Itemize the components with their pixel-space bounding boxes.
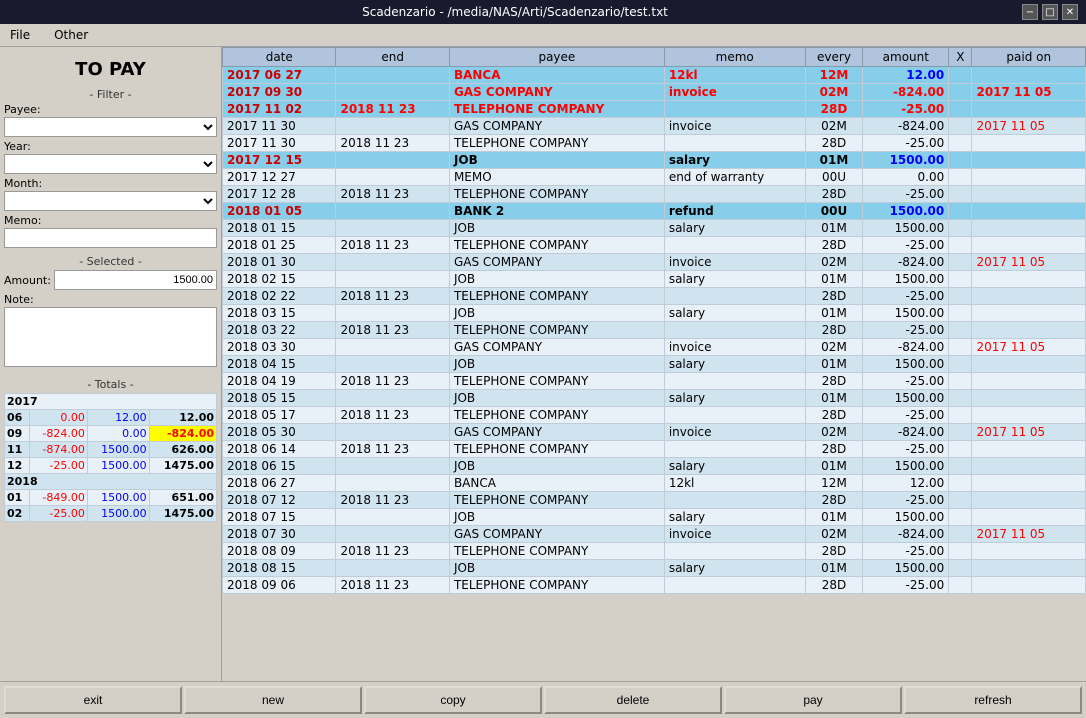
table-header-payee: payee — [449, 48, 664, 67]
month-label: Month: — [4, 177, 217, 190]
main-content: TO PAY - Filter - Payee: Year: Month: Me… — [0, 47, 1086, 681]
new-button[interactable]: new — [184, 686, 362, 714]
table-row[interactable]: 2018 07 15JOBsalary01M1500.00 — [223, 509, 1086, 526]
copy-button[interactable]: copy — [364, 686, 542, 714]
table-row[interactable]: 2018 05 30GAS COMPANYinvoice02M-824.0020… — [223, 424, 1086, 441]
amount-row: Amount: — [4, 270, 217, 290]
main-table: dateendpayeememoeveryamountXpaid on 2017… — [222, 47, 1086, 594]
table-header: dateendpayeememoeveryamountXpaid on — [223, 48, 1086, 67]
table-row[interactable]: 2018 01 252018 11 23TELEPHONE COMPANY28D… — [223, 237, 1086, 254]
payee-select[interactable] — [4, 117, 217, 137]
totals-row: 09-824.000.00-824.00 — [5, 426, 217, 442]
year-label: Year: — [4, 140, 217, 153]
table-header-memo: memo — [664, 48, 805, 67]
totals-row: 060.0012.0012.00 — [5, 410, 217, 426]
table-row[interactable]: 2018 03 222018 11 23TELEPHONE COMPANY28D… — [223, 322, 1086, 339]
table-row[interactable]: 2018 05 15JOBsalary01M1500.00 — [223, 390, 1086, 407]
left-panel: TO PAY - Filter - Payee: Year: Month: Me… — [0, 47, 222, 681]
table-row[interactable]: 2018 06 142018 11 23TELEPHONE COMPANY28D… — [223, 441, 1086, 458]
table-row[interactable]: 2018 08 15JOBsalary01M1500.00 — [223, 560, 1086, 577]
refresh-button[interactable]: refresh — [904, 686, 1082, 714]
totals-row: 12-25.001500.001475.00 — [5, 458, 217, 474]
table-row[interactable]: 2018 08 092018 11 23TELEPHONE COMPANY28D… — [223, 543, 1086, 560]
totals-label: - Totals - — [4, 374, 217, 393]
totals-row: 01-849.001500.00651.00 — [5, 490, 217, 506]
right-panel: dateendpayeememoeveryamountXpaid on 2017… — [222, 47, 1086, 681]
menubar: File Other — [0, 24, 1086, 47]
totals-table: 2017060.0012.0012.0009-824.000.00-824.00… — [4, 393, 217, 522]
table-row[interactable]: 2018 06 27BANCA12kl12M12.00 — [223, 475, 1086, 492]
menu-other[interactable]: Other — [48, 26, 94, 44]
note-label: Note: — [4, 293, 217, 306]
payee-label: Payee: — [4, 103, 217, 116]
totals-row: 02-25.001500.001475.00 — [5, 506, 217, 522]
pay-button[interactable]: pay — [724, 686, 902, 714]
toolbar: exit new copy delete pay refresh — [0, 681, 1086, 718]
minimize-button[interactable]: − — [1022, 4, 1038, 20]
memo-input[interactable] — [4, 228, 217, 248]
table-row[interactable]: 2018 03 15JOBsalary01M1500.00 — [223, 305, 1086, 322]
table-row[interactable]: 2017 11 022018 11 23TELEPHONE COMPANY28D… — [223, 101, 1086, 118]
table-row[interactable]: 2018 04 192018 11 23TELEPHONE COMPANY28D… — [223, 373, 1086, 390]
memo-label: Memo: — [4, 214, 217, 227]
menu-file[interactable]: File — [4, 26, 36, 44]
amount-input[interactable] — [54, 270, 217, 290]
year-field-row: Year: — [4, 140, 217, 174]
titlebar-title: Scadenzario - /media/NAS/Arti/Scadenzari… — [8, 5, 1022, 19]
table-row[interactable]: 2018 02 222018 11 23TELEPHONE COMPANY28D… — [223, 288, 1086, 305]
table-body: 2017 06 27BANCA12kl12M12.002017 09 30GAS… — [223, 67, 1086, 594]
table-row[interactable]: 2018 01 30GAS COMPANYinvoice02M-824.0020… — [223, 254, 1086, 271]
table-row[interactable]: 2018 01 05BANK 2refund00U1500.00 — [223, 203, 1086, 220]
table-row[interactable]: 2018 05 172018 11 23TELEPHONE COMPANY28D… — [223, 407, 1086, 424]
table-header-every: every — [805, 48, 863, 67]
table-row[interactable]: 2018 02 15JOBsalary01M1500.00 — [223, 271, 1086, 288]
close-button[interactable]: ✕ — [1062, 4, 1078, 20]
table-row[interactable]: 2017 11 30GAS COMPANYinvoice02M-824.0020… — [223, 118, 1086, 135]
delete-button[interactable]: delete — [544, 686, 722, 714]
month-field-row: Month: — [4, 177, 217, 211]
payee-field-row: Payee: — [4, 103, 217, 137]
table-row[interactable]: 2017 09 30GAS COMPANYinvoice02M-824.0020… — [223, 84, 1086, 101]
titlebar: Scadenzario - /media/NAS/Arti/Scadenzari… — [0, 0, 1086, 24]
exit-button[interactable]: exit — [4, 686, 182, 714]
table-row[interactable]: 2018 06 15JOBsalary01M1500.00 — [223, 458, 1086, 475]
table-header-end: end — [336, 48, 449, 67]
table-row[interactable]: 2017 12 282018 11 23TELEPHONE COMPANY28D… — [223, 186, 1086, 203]
year-select[interactable] — [4, 154, 217, 174]
totals-section: - Totals - 2017060.0012.0012.0009-824.00… — [4, 374, 217, 522]
selected-label: - Selected - — [4, 251, 217, 270]
table-row[interactable]: 2018 07 30GAS COMPANYinvoice02M-824.0020… — [223, 526, 1086, 543]
table-row[interactable]: 2018 03 30GAS COMPANYinvoice02M-824.0020… — [223, 339, 1086, 356]
totals-row: 11-874.001500.00626.00 — [5, 442, 217, 458]
table-row[interactable]: 2017 12 15JOBsalary01M1500.00 — [223, 152, 1086, 169]
panel-title: TO PAY — [4, 51, 217, 84]
table-header-amount: amount — [863, 48, 949, 67]
table-row[interactable]: 2017 06 27BANCA12kl12M12.00 — [223, 67, 1086, 84]
table-row[interactable]: 2018 01 15JOBsalary01M1500.00 — [223, 220, 1086, 237]
note-textarea[interactable] — [4, 307, 217, 367]
memo-field-row: Memo: — [4, 214, 217, 248]
table-row[interactable]: 2017 11 302018 11 23TELEPHONE COMPANY28D… — [223, 135, 1086, 152]
table-container[interactable]: dateendpayeememoeveryamountXpaid on 2017… — [222, 47, 1086, 681]
table-header-paidon: paid on — [972, 48, 1086, 67]
table-row[interactable]: 2017 12 27MEMOend of warranty00U0.00 — [223, 169, 1086, 186]
filter-label: - Filter - — [4, 84, 217, 103]
table-header-date: date — [223, 48, 336, 67]
table-row[interactable]: 2018 04 15JOBsalary01M1500.00 — [223, 356, 1086, 373]
table-row[interactable]: 2018 07 122018 11 23TELEPHONE COMPANY28D… — [223, 492, 1086, 509]
month-select[interactable] — [4, 191, 217, 211]
amount-label: Amount: — [4, 274, 54, 287]
table-row[interactable]: 2018 09 062018 11 23TELEPHONE COMPANY28D… — [223, 577, 1086, 594]
note-field-row: Note: — [4, 293, 217, 367]
table-header-X: X — [949, 48, 972, 67]
titlebar-controls: − □ ✕ — [1022, 4, 1078, 20]
maximize-button[interactable]: □ — [1042, 4, 1058, 20]
